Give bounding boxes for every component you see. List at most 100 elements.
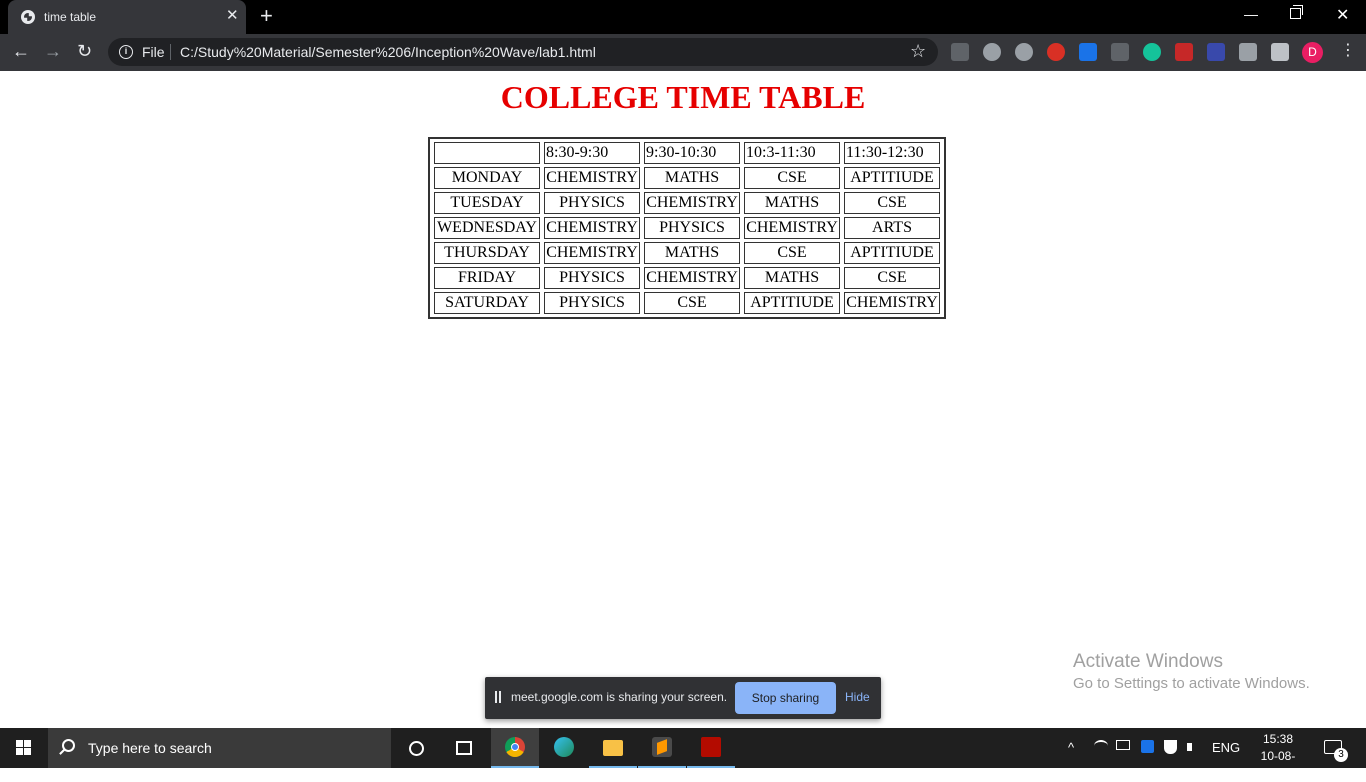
table-cell: CSE [644, 292, 740, 314]
window-close-button[interactable]: ✕ [1336, 5, 1349, 25]
watermark-title: Activate Windows [1073, 651, 1223, 672]
acrobat-taskbar-app[interactable] [687, 728, 735, 768]
clock-time: 15:38 [1262, 732, 1294, 746]
table-cell: CSE [744, 242, 840, 264]
share-message: meet.google.com is sharing your screen. [511, 690, 728, 704]
security-shield-icon[interactable] [1164, 740, 1177, 754]
extension-icon[interactable] [1079, 43, 1097, 61]
taskbar: Type here to search ^ ENG 15:38 10-08-20… [0, 728, 1366, 780]
sublime-taskbar-app[interactable] [638, 728, 686, 768]
reload-button[interactable]: ↻ [77, 40, 92, 62]
windows-start-icon[interactable] [16, 740, 32, 756]
search-placeholder: Type here to search [88, 740, 212, 756]
tab-close-icon[interactable]: ✕ [226, 8, 239, 24]
extension-icon[interactable] [1111, 43, 1129, 61]
restore-button[interactable] [1290, 5, 1303, 19]
acrobat-icon [701, 737, 721, 757]
wifi-icon[interactable] [1094, 740, 1108, 752]
cortana-icon[interactable] [409, 741, 424, 756]
browser-tab[interactable]: time table ✕ [8, 0, 246, 34]
chrome-taskbar-app[interactable] [491, 728, 539, 768]
folder-icon [603, 740, 623, 756]
address-bar[interactable]: i File C:/Study%20Material/Semester%206/… [108, 38, 938, 66]
table-cell: PHYSICS [644, 217, 740, 239]
minimize-button[interactable]: — [1244, 6, 1258, 22]
table-header-cell: 10:3-11:30 [744, 142, 840, 164]
table-cell: CHEMISTRY [544, 242, 640, 264]
tab-title: time table [44, 10, 97, 24]
back-button[interactable]: ← [12, 40, 30, 62]
table-cell: PHYSICS [544, 267, 640, 289]
extension-icon[interactable] [951, 43, 969, 61]
table-cell: CHEMISTRY [544, 217, 640, 239]
extension-icon[interactable] [1015, 43, 1033, 61]
stop-sharing-button[interactable]: Stop sharing [735, 682, 836, 714]
chrome-icon [505, 737, 525, 757]
table-header-cell [434, 142, 540, 164]
bookmark-star-icon[interactable]: ☆ [910, 41, 926, 62]
table-header-cell: 8:30-9:30 [544, 142, 640, 164]
hide-button[interactable]: Hide [845, 690, 870, 704]
table-cell: MATHS [744, 192, 840, 214]
battery-icon[interactable] [1116, 740, 1130, 750]
day-cell: TUESDAY [434, 192, 540, 214]
timetable: 8:30-9:30 9:30-10:30 10:3-11:30 11:30-12… [428, 137, 946, 319]
table-cell: CHEMISTRY [844, 292, 940, 314]
url-text[interactable]: C:/Study%20Material/Semester%206/Incepti… [180, 44, 596, 60]
page-content: COLLEGE TIME TABLE 8:30-9:30 9:30-10:30 … [0, 71, 1366, 728]
volume-icon[interactable] [1187, 740, 1201, 754]
activation-watermark: Activate Windows Go to Settings to activ… [1073, 651, 1310, 695]
table-row: SATURDAY PHYSICS CSE APTITIUDE CHEMISTRY [434, 292, 940, 314]
search-icon [62, 739, 75, 752]
edge-icon [554, 737, 574, 757]
forward-button[interactable]: → [44, 40, 62, 62]
table-header-cell: 9:30-10:30 [644, 142, 740, 164]
edge-taskbar-app[interactable] [540, 728, 588, 768]
table-cell: CSE [744, 167, 840, 189]
app-tray-icon[interactable] [1141, 740, 1154, 753]
table-cell: PHYSICS [544, 292, 640, 314]
day-cell: SATURDAY [434, 292, 540, 314]
puzzle-icon[interactable] [1271, 43, 1289, 61]
notification-count: 3 [1334, 748, 1348, 762]
table-cell: MATHS [644, 167, 740, 189]
table-cell: CHEMISTRY [644, 192, 740, 214]
sublime-text-icon [652, 737, 672, 757]
pause-icon [495, 691, 501, 703]
language-indicator[interactable]: ENG [1212, 740, 1240, 755]
table-row: MONDAY CHEMISTRY MATHS CSE APTITIUDE [434, 167, 940, 189]
extension-icon[interactable] [983, 43, 1001, 61]
table-cell: PHYSICS [544, 192, 640, 214]
table-cell: APTITIUDE [744, 292, 840, 314]
new-tab-button[interactable]: + [260, 5, 273, 27]
day-cell: MONDAY [434, 167, 540, 189]
table-row: WEDNESDAY CHEMISTRY PHYSICS CHEMISTRY AR… [434, 217, 940, 239]
menu-icon[interactable]: ⋮ [1340, 41, 1356, 61]
globe-icon [21, 10, 35, 24]
system-clock[interactable]: 15:38 10-08-2020 [1248, 731, 1308, 782]
table-cell: CHEMISTRY [544, 167, 640, 189]
table-row: THURSDAY CHEMISTRY MATHS CSE APTITIUDE [434, 242, 940, 264]
taskbar-search[interactable]: Type here to search [48, 728, 391, 768]
info-icon[interactable]: i [119, 45, 133, 59]
table-row: TUESDAY PHYSICS CHEMISTRY MATHS CSE [434, 192, 940, 214]
zip-extension-icon[interactable] [1207, 43, 1225, 61]
table-header-row: 8:30-9:30 9:30-10:30 10:3-11:30 11:30-12… [434, 142, 940, 164]
screen-share-bar: meet.google.com is sharing your screen. … [485, 677, 881, 719]
extension-icon[interactable] [1175, 43, 1193, 61]
table-cell: CSE [844, 267, 940, 289]
table-row: FRIDAY PHYSICS CHEMISTRY MATHS CSE [434, 267, 940, 289]
task-view-icon[interactable] [456, 741, 472, 755]
explorer-taskbar-app[interactable] [589, 728, 637, 768]
grammarly-icon[interactable] [1143, 43, 1161, 61]
table-cell: CHEMISTRY [644, 267, 740, 289]
extension-icon[interactable] [1239, 43, 1257, 61]
profile-avatar[interactable]: D [1302, 42, 1323, 63]
watermark-subtitle: Go to Settings to activate Windows. [1073, 675, 1310, 692]
table-cell: APTITIUDE [844, 242, 940, 264]
day-cell: WEDNESDAY [434, 217, 540, 239]
extension-icon[interactable] [1047, 43, 1065, 61]
browser-toolbar: ← → ↻ i File C:/Study%20Material/Semeste… [0, 34, 1366, 71]
tray-overflow-icon[interactable]: ^ [1068, 740, 1074, 755]
table-cell: CHEMISTRY [744, 217, 840, 239]
